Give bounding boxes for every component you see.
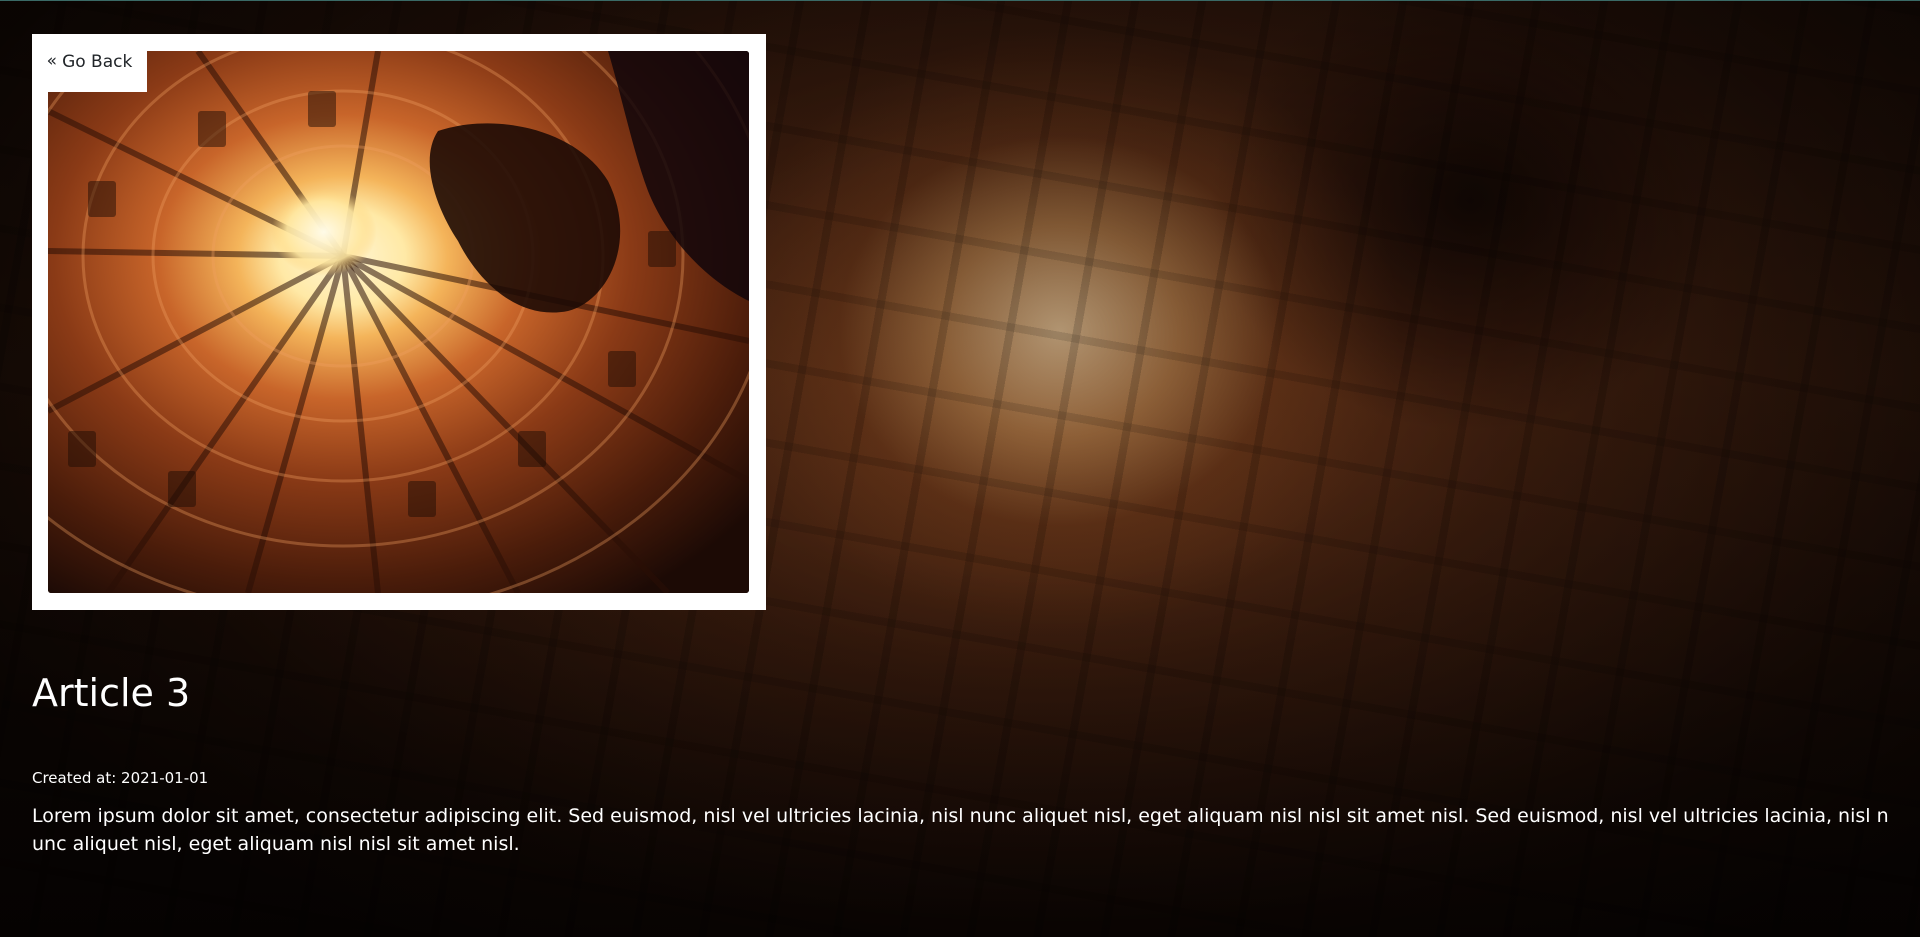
- article-page: « Go Back Article 3 Created at: 2021-01-…: [0, 0, 1920, 937]
- go-back-button[interactable]: « Go Back: [32, 34, 147, 92]
- article-created-at: Created at: 2021-01-01: [32, 769, 209, 787]
- article-title: Article 3: [32, 671, 191, 715]
- article-image: [48, 51, 749, 593]
- go-back-label: Go Back: [62, 52, 133, 72]
- courtyard-photo: [48, 51, 749, 593]
- double-chevron-left-icon: «: [46, 50, 58, 71]
- article-image-card: [32, 34, 766, 610]
- article-body: Lorem ipsum dolor sit amet, consectetur …: [32, 805, 1889, 855]
